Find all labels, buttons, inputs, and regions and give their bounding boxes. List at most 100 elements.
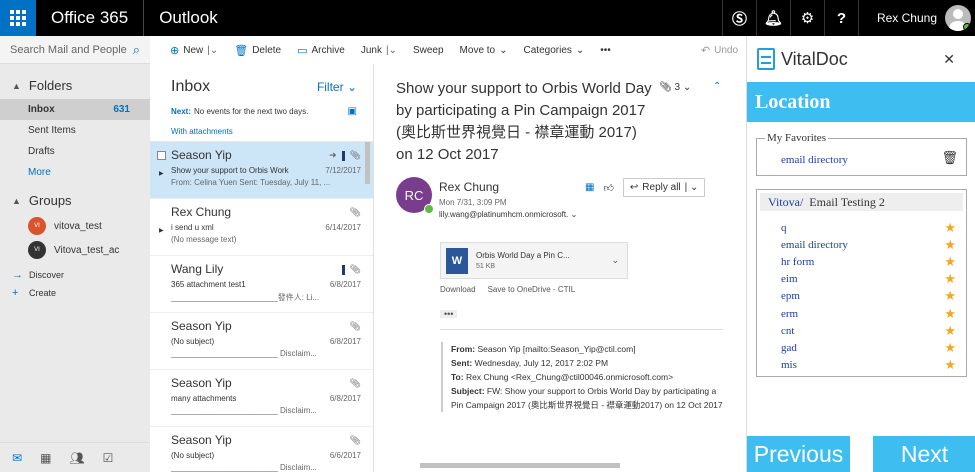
calendar-icon[interactable]: ▣ [348,106,357,117]
calendar-icon[interactable]: ▦ [40,451,51,465]
folder-inbox[interactable]: Inbox 631 [0,99,150,120]
select-checkbox[interactable] [157,151,166,160]
folder-item[interactable]: email directory ★ [757,236,966,253]
category-marker [341,264,345,275]
folder-item[interactable]: gad ★ [757,339,966,356]
paperclip-icon: 📎︎ [349,264,361,274]
star-icon[interactable]: ★ [944,323,956,339]
folder-item[interactable]: q ★ [757,219,966,236]
breadcrumb-root[interactable]: Vitova/ [768,195,803,210]
junk-button[interactable]: Junk |⌄ [353,45,405,56]
folder-item[interactable]: hr form ★ [757,253,966,270]
chevron-down-icon[interactable]: ⌄ [611,255,619,266]
expand-icon[interactable]: ▶ [159,170,164,177]
folder-item[interactable]: cnt ★ [757,322,966,339]
discover-link[interactable]: → Discover [0,266,150,284]
delete-button[interactable]: 🗑︎ Delete [226,44,289,57]
download-link[interactable]: Download [440,285,476,294]
list-item[interactable]: 📎︎ Wang Lily 365 attachment test1 6/8/201… [150,256,373,313]
star-icon[interactable]: ★ [944,237,956,253]
plus-icon: + [12,287,19,299]
plus-circle-icon: ⊕ [170,44,180,57]
previous-button[interactable]: Previous [747,436,850,472]
app-launcher-button[interactable] [0,0,36,36]
chevron-up-icon: ▲ [12,195,21,206]
sender-name[interactable]: Rex Chung [439,180,499,194]
folder-more-link[interactable]: More [0,162,150,183]
paperclip-icon: 📎︎ [349,378,361,388]
message-list: Inbox Filter ⌄ Next: No events for the n… [150,64,374,472]
close-icon[interactable]: ✕ [943,51,955,68]
user-name[interactable]: Rex Chung [857,0,945,36]
star-icon[interactable]: ★ [944,306,956,322]
reply-all-icon: ↩ [629,182,639,193]
favorite-link[interactable]: email directory [781,154,848,166]
group-header: With attachments [150,123,373,142]
list-item[interactable]: 📎︎ Season Yip many attachments 6/8/2017 _… [150,370,373,427]
help-icon[interactable]: ? [823,0,858,36]
more-actions-button[interactable]: ••• [592,45,619,56]
recipient[interactable]: lily.wang@platinumhcm.onmicrosoft. ⌄ [439,210,577,219]
list-item[interactable]: 📎︎ Season Yip (No subject) 6/8/2017 _____… [150,313,373,370]
mail-icon[interactable]: ✉ [12,451,22,465]
new-button[interactable]: ⊕ New |⌄ [150,44,226,57]
attachment-count: 📎︎ 3 ⌄ [659,82,692,93]
paperclip-icon: 📎︎ [349,150,361,160]
app-title[interactable]: Outlook [144,8,233,28]
move-to-button[interactable]: Move to ⌄ [452,45,516,56]
star-icon[interactable]: ★ [944,357,956,373]
horizontal-scrollbar[interactable] [400,463,725,468]
list-scrollbar[interactable] [365,142,370,184]
star-icon[interactable]: ★ [944,220,956,236]
list-item[interactable]: 📎︎ Season Yip (No subject) 6/6/2017 _____… [150,427,373,472]
attachment-card[interactable]: W Orbis World Day a Pin C... 51 KB ⌄ [440,242,628,279]
skype-icon[interactable]: Ⓢ [721,0,756,36]
brand-title[interactable]: Office 365 [36,8,143,28]
gear-icon[interactable]: ⚙ [789,0,824,36]
folder-item[interactable]: eim ★ [757,271,966,288]
folders-header[interactable]: ▲ Folders [0,64,150,99]
chevron-down-icon[interactable]: |⌄ [207,45,218,56]
star-icon[interactable]: ★ [944,271,956,287]
sender-avatar[interactable]: RC [396,177,434,214]
forwarded-header: From: Season Yip [mailto:Season_Yip@ctil… [441,342,723,412]
archive-button[interactable]: ▭ Archive [289,44,353,57]
like-icon[interactable]: 👍︎ [603,182,613,194]
search-icon[interactable]: ⌕ [133,42,140,58]
tasks-icon[interactable]: ☑ [103,451,114,465]
avatar[interactable] [945,5,971,31]
undo-button[interactable]: ↶ Undo [693,44,746,57]
filter-dropdown[interactable]: Filter ⌄ [317,80,357,94]
folder-item[interactable]: mis ★ [757,357,966,374]
folder-item[interactable]: erm ★ [757,305,966,322]
create-link[interactable]: + Create [0,284,150,302]
unread-count: 631 [113,104,130,115]
folder-sent-items[interactable]: Sent Items [0,120,150,141]
star-icon[interactable]: ★ [944,254,956,270]
group-item[interactable]: VI Vitova_test_ac [0,238,150,262]
chevron-down-icon[interactable]: | ⌄ [685,182,699,193]
chevron-down-icon: ⌄ [499,44,508,56]
list-item[interactable]: ▶ ➜ 📎︎ Season Yip Show your support to O… [150,142,373,199]
bell-icon[interactable]: 🔔︎ [755,0,790,36]
collapse-icon[interactable]: ⌃ [713,81,721,92]
categories-button[interactable]: Categories ⌄ [516,45,593,56]
show-more-button[interactable]: ••• [440,310,458,319]
group-item[interactable]: VI vitova_test [0,214,150,238]
expand-icon[interactable]: ▶ [159,227,164,234]
folder-item[interactable]: epm ★ [757,288,966,305]
sweep-button[interactable]: Sweep [405,45,452,56]
list-item[interactable]: ▶ 📎︎ Rex Chung i send u xml 6/14/2017 (No… [150,199,373,256]
star-icon[interactable]: ★ [944,340,956,356]
reply-all-button[interactable]: ↩ Reply all | ⌄ [622,178,706,197]
folder-drafts[interactable]: Drafts [0,141,150,162]
save-onedrive-link[interactable]: Save to OneDrive - CTIL [488,285,576,294]
star-icon[interactable]: ★ [944,288,956,304]
search-input[interactable]: Search Mail and People ⌕ [0,36,150,64]
people-icon[interactable]: 👥︎ [69,451,84,465]
vitaldoc-addin-icon[interactable]: ▦ [585,182,594,193]
trash-icon[interactable]: 🗑︎ [941,150,958,166]
list-title: Inbox [171,78,211,95]
next-button[interactable]: Next [873,436,975,472]
groups-header[interactable]: ▲ Groups [0,183,150,214]
